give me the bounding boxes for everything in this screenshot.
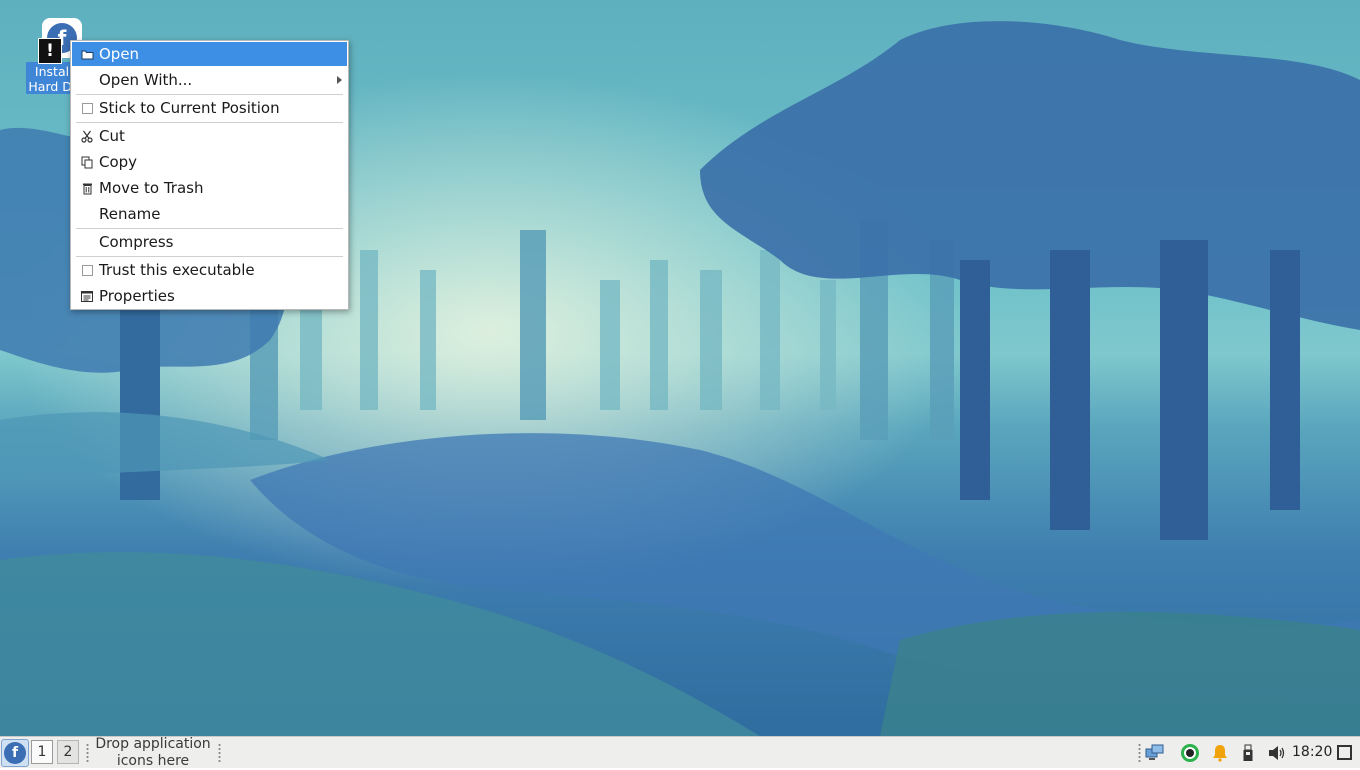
workspace-1-button[interactable]: 1: [31, 740, 53, 764]
menu-separator: [76, 122, 343, 123]
copy-icon: [80, 155, 94, 169]
usb-icon[interactable]: [1238, 743, 1258, 763]
menu-separator: [76, 228, 343, 229]
menu-item-rename[interactable]: Rename: [72, 202, 347, 226]
workspace-label: 2: [63, 744, 73, 760]
menu-item-label: Open: [99, 45, 140, 63]
workspace-2-button[interactable]: 2: [57, 740, 79, 764]
network-icon[interactable]: [1145, 743, 1165, 763]
record-icon[interactable]: [1180, 743, 1200, 763]
checkbox-icon[interactable]: [80, 263, 94, 277]
menu-item-cut[interactable]: Cut: [72, 124, 347, 148]
menu-item-label: Copy: [99, 153, 138, 171]
panel-drag-handle[interactable]: [1138, 743, 1141, 763]
panel-drag-handle[interactable]: [86, 743, 89, 763]
workspace-label: 1: [37, 744, 47, 760]
applications-menu-button[interactable]: f: [1, 739, 29, 767]
checkbox-icon[interactable]: [80, 101, 94, 115]
bottom-panel: f 1 2 Drop application icons here 18:20: [0, 736, 1360, 770]
menu-item-label: Open With...: [99, 71, 193, 89]
submenu-arrow-icon: [337, 76, 342, 84]
menu-item-properties[interactable]: Properties: [72, 284, 347, 308]
menu-item-trust-executable[interactable]: Trust this executable: [72, 258, 347, 282]
menu-item-label: Rename: [99, 205, 161, 223]
context-menu: Open Open With... Stick to Current Posit…: [70, 40, 349, 310]
menu-item-copy[interactable]: Copy: [72, 150, 347, 174]
menu-separator: [76, 94, 343, 95]
menu-item-label: Compress: [99, 233, 174, 251]
scissors-icon: [80, 129, 94, 143]
menu-separator: [76, 256, 343, 257]
trash-icon: [80, 181, 94, 195]
warning-icon: !: [38, 38, 62, 64]
volume-icon[interactable]: [1267, 743, 1287, 763]
menu-item-stick-position[interactable]: Stick to Current Position: [72, 96, 347, 120]
notification-bell-icon[interactable]: [1210, 743, 1230, 763]
menu-item-label: Cut: [99, 127, 125, 145]
launcher-hint-line2: icons here: [116, 753, 190, 769]
clock[interactable]: 18:20: [1292, 744, 1332, 760]
menu-item-label: Properties: [99, 287, 175, 305]
menu-item-label: Stick to Current Position: [99, 99, 280, 117]
menu-item-label: Trust this executable: [99, 261, 255, 279]
launcher-drop-area[interactable]: Drop application icons here: [90, 736, 216, 770]
folder-open-icon: [80, 47, 94, 61]
launcher-hint-line1: Drop application: [95, 736, 211, 752]
menu-item-move-to-trash[interactable]: Move to Trash: [72, 176, 347, 200]
menu-item-open[interactable]: Open: [72, 42, 347, 66]
menu-item-label: Move to Trash: [99, 179, 204, 197]
menu-item-open-with[interactable]: Open With...: [72, 68, 347, 92]
menu-item-compress[interactable]: Compress: [72, 230, 347, 254]
fedora-logo-icon: f: [4, 742, 26, 764]
panel-drag-handle[interactable]: [218, 743, 221, 763]
properties-icon: [80, 289, 94, 303]
show-desktop-icon[interactable]: [1337, 745, 1352, 760]
